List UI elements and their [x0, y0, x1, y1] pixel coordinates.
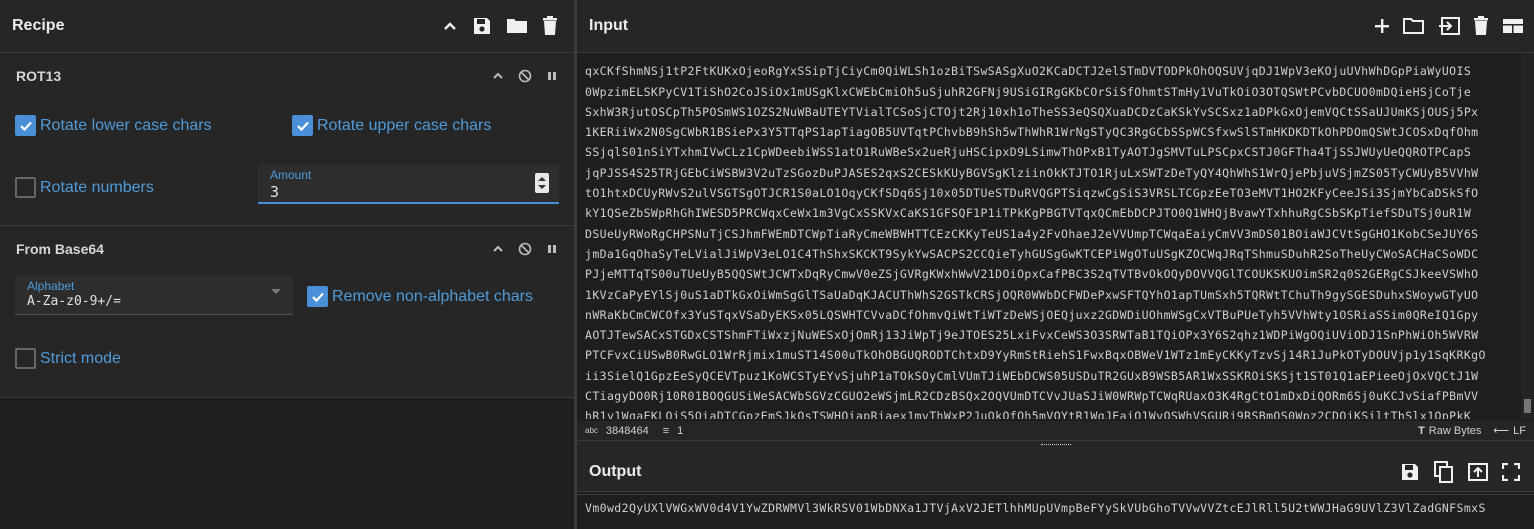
eol-selector[interactable]: ⟵ LF — [1493, 424, 1526, 437]
folder-open-icon[interactable] — [1403, 17, 1425, 35]
input-length: 3848464 — [605, 424, 649, 437]
chevron-up-icon[interactable] — [442, 18, 458, 34]
splitter-grip[interactable] — [1041, 444, 1071, 447]
disable-icon[interactable] — [518, 242, 532, 256]
input-lines: 1 — [677, 424, 684, 437]
amount-value: 3 — [270, 183, 280, 201]
checkbox-checked-icon — [292, 115, 313, 136]
output-panel: Output Vm0wd2QyUXlVWGxWV0d4V1YwZDRWMVl3W… — [577, 452, 1534, 529]
copy-icon[interactable] — [1434, 460, 1454, 483]
checkbox-unchecked-icon — [15, 177, 36, 198]
alphabet-value: A-Za-z0-9+/= — [27, 294, 121, 309]
input-panel: Input qxCKfShmNSj1tP2FtKUKxOjeoRgYxSSipT… — [577, 0, 1534, 440]
lines-icon: ≡ — [662, 424, 670, 437]
input-text: qxCKfShmNSj1tP2FtKUKxOjeoRgYxSSipTjCiyCm… — [585, 64, 1486, 419]
alphabet-label: Alphabet — [27, 279, 75, 293]
checkbox-checked-icon — [307, 286, 328, 307]
strict-mode-checkbox[interactable]: Strict mode — [15, 348, 121, 369]
recipe-panel: Recipe ROT13 Rotate lower case chars Rot… — [0, 0, 574, 529]
pause-icon[interactable] — [546, 243, 558, 255]
stepper-icon[interactable] — [535, 173, 549, 193]
remove-non-alphabet-checkbox[interactable]: Remove non-alphabet chars — [307, 286, 533, 307]
strict-mode-label: Strict mode — [40, 349, 121, 367]
add-icon[interactable] — [1374, 18, 1390, 34]
folder-icon[interactable] — [506, 17, 528, 35]
input-header: Input — [577, 0, 1534, 53]
scrollbar-thumb[interactable] — [1524, 399, 1531, 413]
operation-from-base64: From Base64 Alphabet A-Za-z0-9+/= Remove… — [0, 226, 574, 398]
io-splitter[interactable] — [577, 440, 1534, 452]
save-icon[interactable] — [472, 16, 492, 36]
trash-icon[interactable] — [1473, 16, 1489, 36]
rotate-upper-label: Rotate upper case chars — [317, 116, 492, 134]
input-textarea[interactable]: qxCKfShmNSj1tP2FtKUKxOjeoRgYxSSipTjCiyCm… — [577, 53, 1521, 419]
disable-icon[interactable] — [518, 69, 532, 83]
pause-icon[interactable] — [546, 70, 558, 82]
output-header: Output — [577, 452, 1534, 492]
operation-rot13: ROT13 Rotate lower case chars Rotate upp… — [0, 53, 574, 226]
amount-field[interactable]: Amount 3 — [258, 164, 559, 204]
input-title: Input — [589, 17, 629, 34]
return-arrow-icon: ⟵ — [1493, 425, 1510, 437]
operation-title: ROT13 — [16, 68, 62, 84]
save-icon[interactable] — [1400, 462, 1420, 482]
chevron-up-icon[interactable] — [492, 243, 504, 255]
rotate-numbers-label: Rotate numbers — [40, 178, 154, 196]
maximize-icon[interactable] — [1502, 462, 1520, 481]
dropdown-arrow-icon — [271, 289, 281, 295]
input-scrollbar[interactable] — [1521, 53, 1534, 419]
input-status-bar: abc 3848464 ≡ 1 T Raw Bytes ⟵ LF — [577, 421, 1534, 440]
import-icon[interactable] — [1438, 17, 1460, 35]
rotate-lower-label: Rotate lower case chars — [40, 116, 212, 134]
operation-title: From Base64 — [16, 241, 104, 257]
remove-non-alphabet-label: Remove non-alphabet chars — [332, 287, 534, 305]
amount-label: Amount — [270, 168, 312, 182]
rotate-numbers-checkbox[interactable]: Rotate numbers — [15, 177, 154, 198]
alphabet-select[interactable]: Alphabet A-Za-z0-9+/= — [15, 275, 293, 315]
output-title: Output — [589, 462, 642, 480]
checkbox-checked-icon — [15, 115, 36, 136]
eol-label: LF — [1513, 425, 1526, 437]
checkbox-unchecked-icon — [15, 348, 36, 369]
output-text[interactable]: Vm0wd2QyUXlVWGxWV0d4V1YwZDRWMVl3WkRSV01W… — [577, 494, 1534, 529]
rotate-upper-checkbox[interactable]: Rotate upper case chars — [292, 115, 491, 136]
recipe-title: Recipe — [12, 17, 65, 34]
output-value: Vm0wd2QyUXlVWGxWV0d4V1YwZDRWMVl3WkRSV01W… — [585, 501, 1486, 515]
text-format-icon: T — [1418, 424, 1425, 437]
replace-input-icon[interactable] — [1468, 462, 1488, 481]
layout-icon[interactable] — [1502, 18, 1524, 34]
recipe-header: Recipe — [0, 0, 574, 53]
length-icon: abc — [585, 426, 598, 435]
encoding-selector[interactable]: T Raw Bytes — [1418, 425, 1481, 437]
encoding-label: Raw Bytes — [1428, 424, 1482, 437]
chevron-up-icon[interactable] — [492, 70, 504, 82]
rotate-lower-checkbox[interactable]: Rotate lower case chars — [15, 115, 212, 136]
app: Recipe ROT13 Rotate lower case chars Rot… — [0, 0, 1534, 529]
trash-icon[interactable] — [542, 16, 558, 36]
